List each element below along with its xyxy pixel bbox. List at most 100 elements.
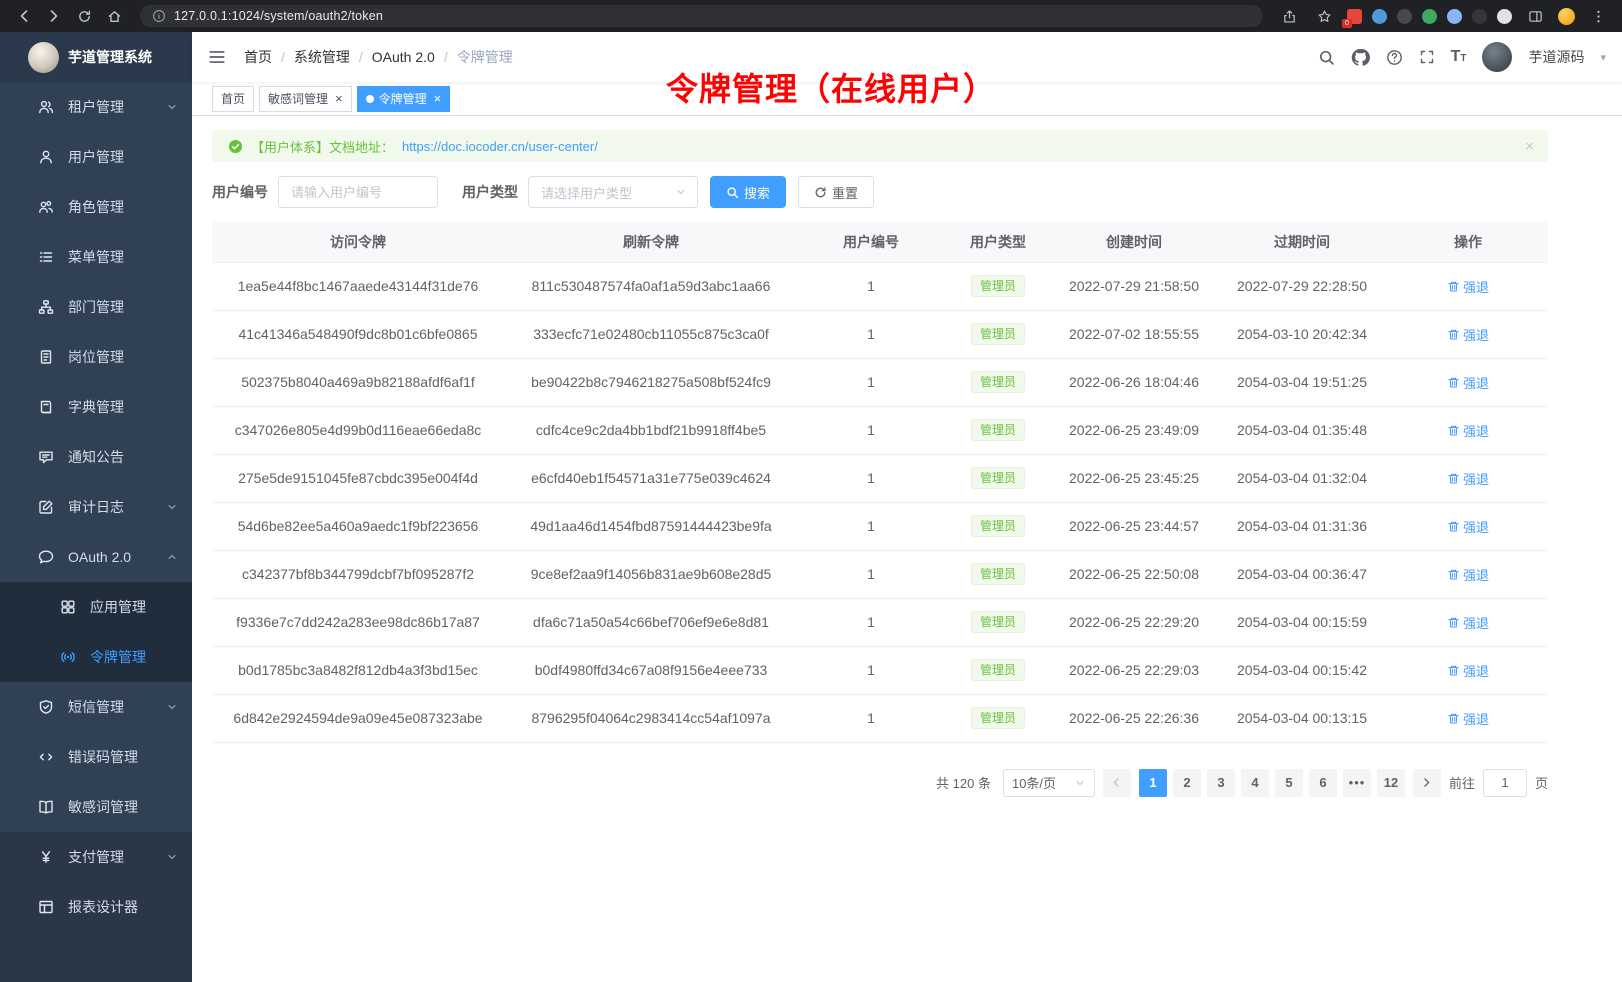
sidebar-item-14[interactable]: 敏感词管理 [0,782,192,832]
browser-home-icon[interactable] [102,9,126,24]
extension-icon[interactable]: 0 [1347,9,1362,24]
search-button[interactable]: 搜索 [710,176,786,208]
breadcrumb-item[interactable]: 首页 [244,47,272,67]
sidebar-item-15[interactable]: 支付管理 [0,832,192,882]
tab-2[interactable]: 令牌管理× [357,86,451,112]
extension-icon[interactable] [1447,9,1462,24]
page-number-button[interactable]: 3 [1207,769,1235,797]
browser-profile-avatar[interactable] [1558,8,1575,25]
breadcrumb-item[interactable]: OAuth 2.0 [372,49,435,65]
sidebar-collapse-icon[interactable] [208,48,226,66]
next-page-button[interactable] [1413,769,1441,797]
browser-menu-icon[interactable] [1586,9,1610,24]
user-type-select[interactable]: 请选择用户类型 [528,176,698,208]
help-icon[interactable] [1386,49,1403,66]
sidebar-item-label: 短信管理 [68,697,124,717]
page-number-button[interactable]: 6 [1309,769,1337,797]
sidebar-item-10[interactable]: 应用管理 [0,582,192,632]
browser-chrome: 127.0.0.1:1024/system/oauth2/token 0 [0,0,1622,32]
force-logout-button[interactable]: 强退 [1447,709,1489,728]
browser-forward-icon[interactable] [42,8,66,24]
page-number-button[interactable]: 4 [1241,769,1269,797]
fullscreen-icon[interactable] [1419,49,1435,65]
force-logout-button[interactable]: 强退 [1447,469,1489,488]
github-icon[interactable] [1351,48,1370,67]
page-size-select[interactable]: 10条/页 [1003,769,1095,797]
extension-icon[interactable] [1397,9,1412,24]
force-logout-button[interactable]: 强退 [1447,325,1489,344]
reset-button[interactable]: 重置 [798,176,874,208]
extension-icon[interactable] [1372,9,1387,24]
sidebar-item-13[interactable]: 错误码管理 [0,732,192,782]
chevron-down-icon [166,701,178,713]
page-number-button[interactable]: 2 [1173,769,1201,797]
browser-reload-icon[interactable] [72,9,96,24]
user-type-badge: 管理员 [971,371,1025,393]
menu-list-icon [38,249,54,265]
extension-icon[interactable] [1422,9,1437,24]
page-number-button[interactable]: 5 [1275,769,1303,797]
sidebar-item-label: 岗位管理 [68,347,124,367]
force-logout-button[interactable]: 强退 [1447,565,1489,584]
alert-close-icon[interactable]: × [1525,138,1534,155]
force-logout-button[interactable]: 强退 [1447,613,1489,632]
refresh-token-cell: b0df4980ffd34c67a08f9156e4eee733 [504,646,798,694]
access-token-cell: 54d6be82ee5a460a9aedc1f9bf223656 [212,502,504,550]
sidebar-item-0[interactable]: 租户管理 [0,82,192,132]
chevron-down-icon [166,501,178,513]
sidebar-item-3[interactable]: 菜单管理 [0,232,192,282]
search-icon[interactable] [1318,49,1335,66]
sidebar-item-6[interactable]: 字典管理 [0,382,192,432]
force-logout-button[interactable]: 强退 [1447,517,1489,536]
expire-time-cell: 2054-03-04 00:13:15 [1216,694,1388,742]
success-check-icon [228,139,243,154]
create-time-cell: 2022-07-29 21:58:50 [1052,262,1216,310]
column-header: 用户编号 [798,222,944,262]
chevron-down-icon[interactable]: ▾ [1600,51,1606,64]
sidebar-item-11[interactable]: 令牌管理 [0,632,192,682]
app-logo[interactable]: 芋道管理系统 [0,32,192,82]
tab-0[interactable]: 首页 [212,86,254,112]
force-logout-button[interactable]: 强退 [1447,277,1489,296]
share-icon[interactable] [1277,9,1301,24]
more-pages-button[interactable]: ••• [1343,769,1371,797]
tab-close-icon[interactable]: × [434,92,442,105]
sidebar-item-2[interactable]: 角色管理 [0,182,192,232]
breadcrumb-item[interactable]: 系统管理 [294,47,350,67]
sidebar-item-16[interactable]: 报表设计器 [0,882,192,932]
force-logout-button[interactable]: 强退 [1447,373,1489,392]
user-id-input[interactable] [278,176,438,208]
tab-close-icon[interactable]: × [335,92,343,105]
user-avatar[interactable] [1482,42,1512,72]
sidebar-item-label: 错误码管理 [68,747,138,767]
prev-page-button[interactable] [1103,769,1131,797]
sidebar-item-12[interactable]: 短信管理 [0,682,192,732]
tab-1[interactable]: 敏感词管理× [259,86,352,112]
bookmark-star-icon[interactable] [1312,9,1336,24]
url-bar[interactable]: 127.0.0.1:1024/system/oauth2/token [140,5,1263,27]
page-info-icon[interactable] [152,9,166,23]
user-name[interactable]: 芋道源码 [1528,47,1584,67]
extension-icon[interactable] [1472,9,1487,24]
action-cell: 强退 [1388,454,1548,502]
force-logout-button[interactable]: 强退 [1447,661,1489,680]
doc-link[interactable]: https://doc.iocoder.cn/user-center/ [402,139,598,154]
user-type-cell: 管理员 [944,310,1052,358]
browser-back-icon[interactable] [12,8,36,24]
sidebar-item-5[interactable]: 岗位管理 [0,332,192,382]
force-logout-button[interactable]: 强退 [1447,421,1489,440]
sidebar-item-1[interactable]: 用户管理 [0,132,192,182]
sidebar-item-4[interactable]: 部门管理 [0,282,192,332]
sidebar-item-8[interactable]: 审计日志 [0,482,192,532]
font-size-icon[interactable]: TT [1451,48,1467,66]
pagination-total: 共 120 条 [936,773,991,792]
side-panel-icon[interactable] [1523,9,1547,24]
page-number-button[interactable]: 12 [1377,769,1405,797]
goto-page-input[interactable] [1483,769,1527,797]
page-number-button[interactable]: 1 [1139,769,1167,797]
extension-icon[interactable] [1497,9,1512,24]
sidebar-item-7[interactable]: 通知公告 [0,432,192,482]
expire-time-cell: 2022-07-29 22:28:50 [1216,262,1388,310]
post-badge-icon [38,349,54,365]
sidebar-item-9[interactable]: OAuth 2.0 [0,532,192,582]
